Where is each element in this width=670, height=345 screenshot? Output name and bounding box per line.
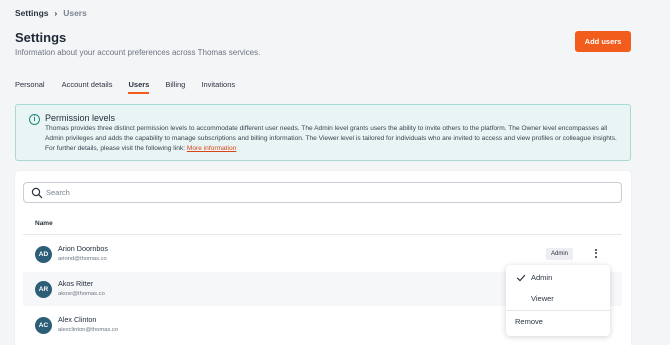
avatar: AR [35,281,52,298]
add-users-button[interactable]: Add users [575,31,631,52]
info-title: Permission levels [45,113,116,123]
user-email: alexclinton@thomas.co [58,327,119,333]
info-icon: i [29,114,40,125]
search-input[interactable] [46,185,606,200]
role-dropdown-menu: Admin Viewer Remove [506,265,610,336]
breadcrumb-settings-link[interactable]: Settings [15,8,49,18]
tab-personal[interactable]: Personal [15,80,45,89]
menu-item-remove[interactable]: Remove [506,314,610,330]
menu-item-label: Viewer [531,294,554,303]
user-name: Alex Clinton [58,315,97,324]
breadcrumb-current: Users [63,8,87,18]
avatar: AD [35,246,52,263]
column-header-name: Name [35,220,53,227]
breadcrumb-chevron-icon: › [54,8,58,18]
search-box [23,182,622,203]
search-icon [31,187,43,199]
breadcrumb: Settings › Users [15,8,87,18]
menu-item-admin[interactable]: Admin [506,270,610,286]
checkmark-icon [516,274,526,282]
more-options-icon[interactable] [590,246,602,260]
tab-users[interactable]: Users [128,80,149,94]
info-body: Thomas provides three distinct permissio… [45,124,625,155]
menu-item-label: Admin [531,273,553,282]
user-email: ariond@thomas.co [58,256,107,262]
tab-account-details[interactable]: Account details [62,80,113,89]
avatar: AC [35,317,52,334]
page-subtitle: Information about your account preferenc… [15,48,261,57]
user-name: Arion Doornbos [58,244,108,253]
tab-invitations[interactable]: Invitations [201,80,235,89]
menu-item-viewer[interactable]: Viewer [506,291,610,307]
info-body-text: Thomas provides three distinct permissio… [45,125,617,153]
header-divider [23,234,622,235]
permission-info-banner: i Permission levels Thomas provides thre… [15,104,631,161]
tab-billing[interactable]: Billing [165,80,185,89]
user-name: Akos Ritter [58,279,94,288]
user-email: akosr@thomas.co [58,291,105,297]
role-badge: Admin [546,248,574,260]
menu-item-label: Remove [515,317,543,326]
more-information-link[interactable]: More information [187,145,236,152]
tab-bar: Personal Account details Users Billing I… [15,80,235,94]
page-title: Settings [15,30,67,45]
menu-divider [506,310,610,311]
